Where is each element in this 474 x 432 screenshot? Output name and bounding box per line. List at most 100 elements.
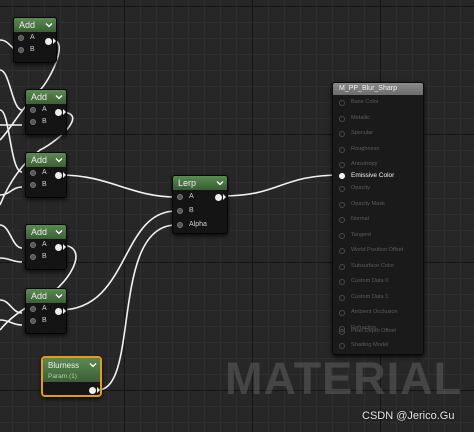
blurness-param-node[interactable]: Blurness Param (1) (41, 356, 102, 397)
pin-label: A (42, 169, 47, 176)
pin-b[interactable]: B (26, 251, 66, 263)
lerp-node-header[interactable]: Lerp (173, 176, 227, 190)
output-arrow-icon (53, 38, 56, 44)
pin-circle-icon[interactable] (30, 254, 36, 260)
pin-circle-icon[interactable] (339, 279, 345, 285)
chevron-down-icon[interactable] (55, 292, 63, 300)
pin-circle-icon[interactable] (339, 201, 345, 208)
pin-circle-icon[interactable] (177, 208, 183, 214)
wire (0, 69, 23, 111)
pin-label: A (42, 305, 47, 312)
pin-circle-icon[interactable] (339, 294, 345, 301)
input-label: Specular (351, 130, 374, 136)
add-node-title: Add (31, 155, 48, 165)
pin-circle-icon[interactable] (339, 263, 345, 270)
pin-b[interactable]: B (173, 204, 227, 218)
input-label: Normal (351, 216, 370, 222)
chevron-down-icon[interactable] (55, 156, 63, 164)
chevron-down-icon[interactable] (89, 361, 97, 369)
output-pin-icon[interactable] (55, 109, 62, 116)
input-label: Metallic (351, 114, 370, 121)
pin-circle-icon[interactable] (30, 182, 36, 188)
add-node-1[interactable]: Add A B (13, 17, 57, 63)
pin-circle-icon[interactable] (339, 310, 345, 316)
pin-circle-icon[interactable] (18, 47, 24, 53)
pin-circle-icon[interactable] (30, 242, 36, 248)
add-node-header[interactable]: Add (26, 225, 66, 239)
pin-circle-icon[interactable] (18, 35, 24, 41)
pin-circle-icon[interactable] (339, 248, 345, 254)
pin-circle-icon[interactable] (30, 306, 36, 312)
add-node-title: Add (31, 291, 48, 301)
add-node-3[interactable]: Add A B (25, 152, 67, 198)
material-node-title[interactable]: M_PP_Blur_Sharp (333, 83, 423, 95)
chevron-down-icon[interactable] (55, 93, 63, 101)
pin-circle-icon[interactable] (30, 119, 36, 125)
output-pin-icon[interactable] (55, 172, 62, 179)
pin-circle-icon[interactable] (339, 173, 345, 179)
pin-b[interactable]: B (26, 315, 66, 327)
wire (59, 210, 177, 311)
output-pin-icon[interactable] (55, 244, 62, 251)
wire (0, 257, 23, 263)
chevron-down-icon[interactable] (55, 228, 63, 236)
pin-label: A (189, 193, 194, 200)
pin-b[interactable]: B (26, 116, 66, 128)
pin-circle-icon[interactable] (30, 107, 36, 113)
lerp-node-title: Lerp (178, 178, 197, 188)
wire (59, 174, 177, 198)
wire (0, 224, 23, 249)
input-label: Shading Model (351, 342, 389, 348)
pin-circle-icon[interactable] (339, 217, 345, 223)
pin-alpha[interactable]: Alpha (173, 218, 227, 232)
pin-circle-icon[interactable] (339, 232, 345, 239)
input-label: Custom Data 1 (351, 293, 389, 300)
wire (0, 186, 23, 196)
pin-circle-icon[interactable] (177, 222, 183, 228)
add-node-header[interactable]: Add (26, 90, 66, 104)
pin-label: B (30, 46, 35, 53)
pin-label: B (42, 253, 47, 260)
output-arrow-icon (97, 387, 100, 393)
add-node-title: Add (31, 92, 48, 102)
wire (97, 224, 177, 391)
output-arrow-icon (223, 194, 226, 200)
lerp-node[interactable]: Lerp A B Alpha (172, 175, 228, 234)
add-node-5[interactable]: Add A B (25, 288, 67, 334)
material-watermark: MATERIAL (225, 353, 463, 404)
chevron-down-icon[interactable] (216, 179, 224, 187)
pin-circle-icon[interactable] (177, 194, 183, 200)
wire (0, 109, 23, 173)
param-node-subtitle: Param (1) (48, 373, 77, 380)
param-node-header[interactable]: Blurness Param (1) (43, 358, 100, 382)
input-label: Tangent (351, 231, 371, 238)
pin-circle-icon[interactable] (339, 115, 345, 122)
material-result-node[interactable]: M_PP_Blur_Sharp Base Color Metallic Spec… (332, 82, 424, 355)
pin-circle-icon[interactable] (339, 162, 345, 168)
pin-label: A (30, 34, 35, 41)
pin-circle-icon[interactable] (339, 329, 345, 335)
add-node-header[interactable]: Add (26, 153, 66, 167)
add-node-4[interactable]: Add A B (25, 224, 67, 270)
pin-circle-icon[interactable] (30, 318, 36, 324)
pin-label: A (42, 241, 47, 248)
output-pin-icon[interactable] (45, 38, 52, 45)
output-pin-icon[interactable] (89, 387, 96, 394)
pin-circle-icon[interactable] (339, 131, 345, 137)
pin-b[interactable]: B (26, 179, 66, 191)
add-node-header[interactable]: Add (14, 18, 56, 32)
pin-circle-icon[interactable] (30, 170, 36, 176)
pin-b[interactable]: B (14, 44, 56, 56)
wire (0, 299, 23, 314)
pin-circle-icon[interactable] (339, 343, 345, 349)
pin-circle-icon[interactable] (339, 146, 345, 153)
add-node-header[interactable]: Add (26, 289, 66, 303)
output-pin-icon[interactable] (215, 194, 222, 201)
pin-label: A (42, 106, 47, 113)
chevron-down-icon[interactable] (45, 21, 53, 29)
pin-circle-icon[interactable] (339, 100, 345, 106)
pin-circle-icon[interactable] (339, 186, 345, 192)
material-graph-canvas[interactable]: Add A B Add A B Add A B Add A B Add A B … (0, 0, 474, 432)
output-pin-icon[interactable] (55, 308, 62, 315)
add-node-2[interactable]: Add A B (25, 89, 67, 135)
